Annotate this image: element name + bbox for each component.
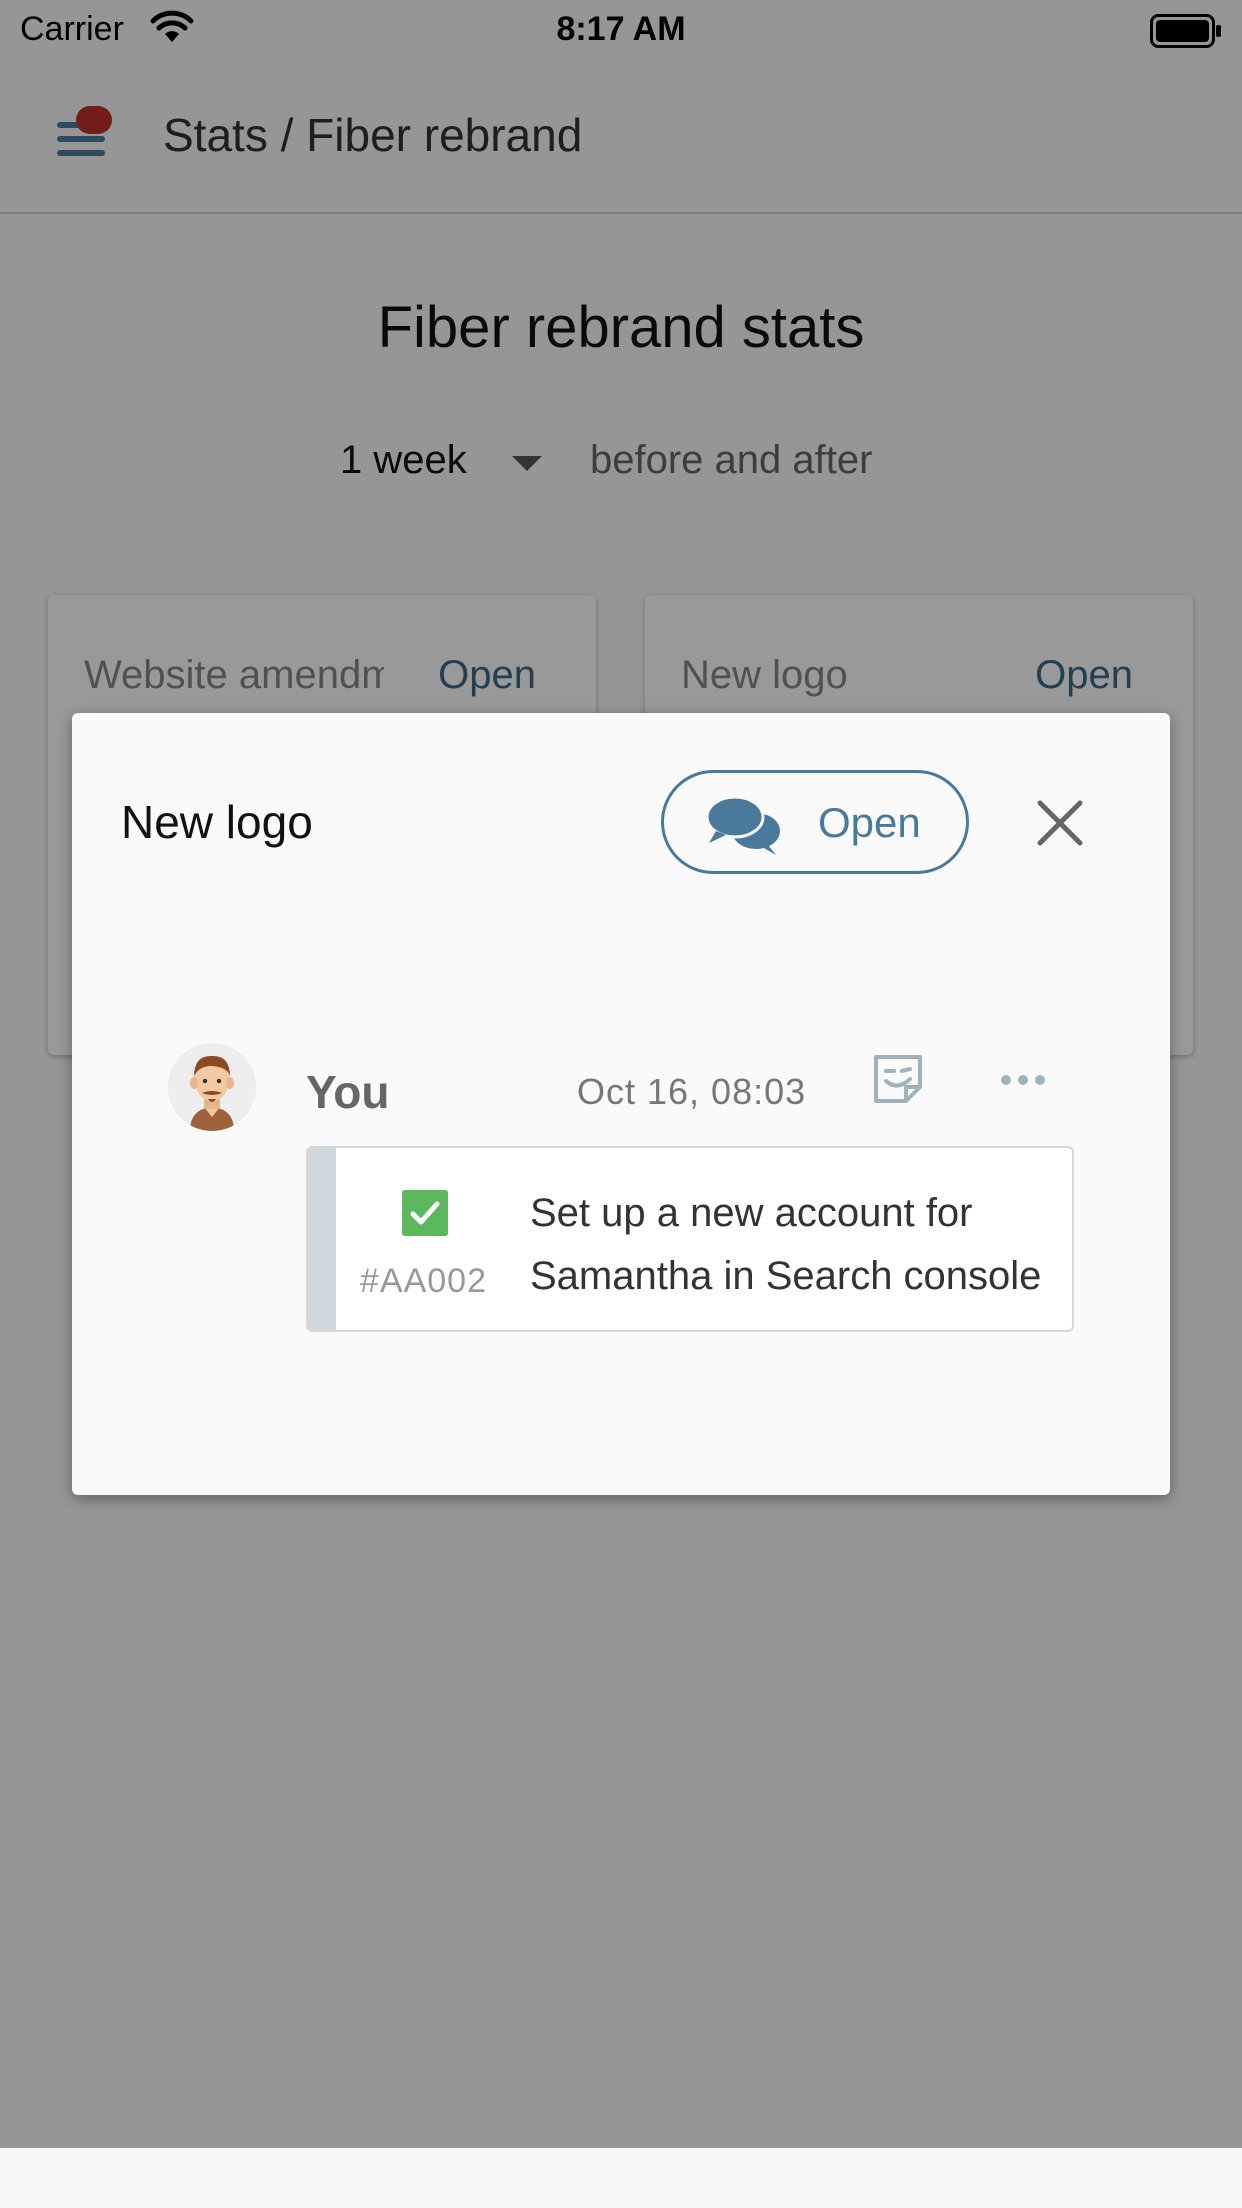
app-screen: Carrier 8:17 AM Stats / Fiber rebrand Fi…	[0, 0, 1242, 2148]
dialog-title: New logo	[121, 796, 313, 848]
comment-timestamp: Oct 16, 08:03	[577, 1071, 807, 1112]
task-text: Set up a new account for Samantha in Sea…	[530, 1191, 1042, 1298]
avatar	[168, 1043, 256, 1131]
bottom-bar	[0, 2148, 1242, 2208]
comment-dialog: New logo Open You Oct 16, 08:03 #AA002 S…	[72, 713, 1170, 1495]
sticker-icon[interactable]	[868, 1049, 928, 1109]
checkbox-checked-icon[interactable]	[402, 1190, 448, 1236]
task-card[interactable]: #AA002 Set up a new account for Samantha…	[306, 1146, 1074, 1332]
task-accent-bar	[308, 1148, 336, 1330]
comment-author: You	[306, 1066, 390, 1118]
open-button-label: Open	[818, 799, 921, 846]
task-id: #AA002	[360, 1262, 487, 1300]
open-discussion-button[interactable]: Open	[661, 770, 969, 874]
chat-bubbles-icon	[706, 795, 780, 855]
close-icon[interactable]	[1032, 795, 1088, 851]
more-icon[interactable]	[998, 1065, 1048, 1095]
